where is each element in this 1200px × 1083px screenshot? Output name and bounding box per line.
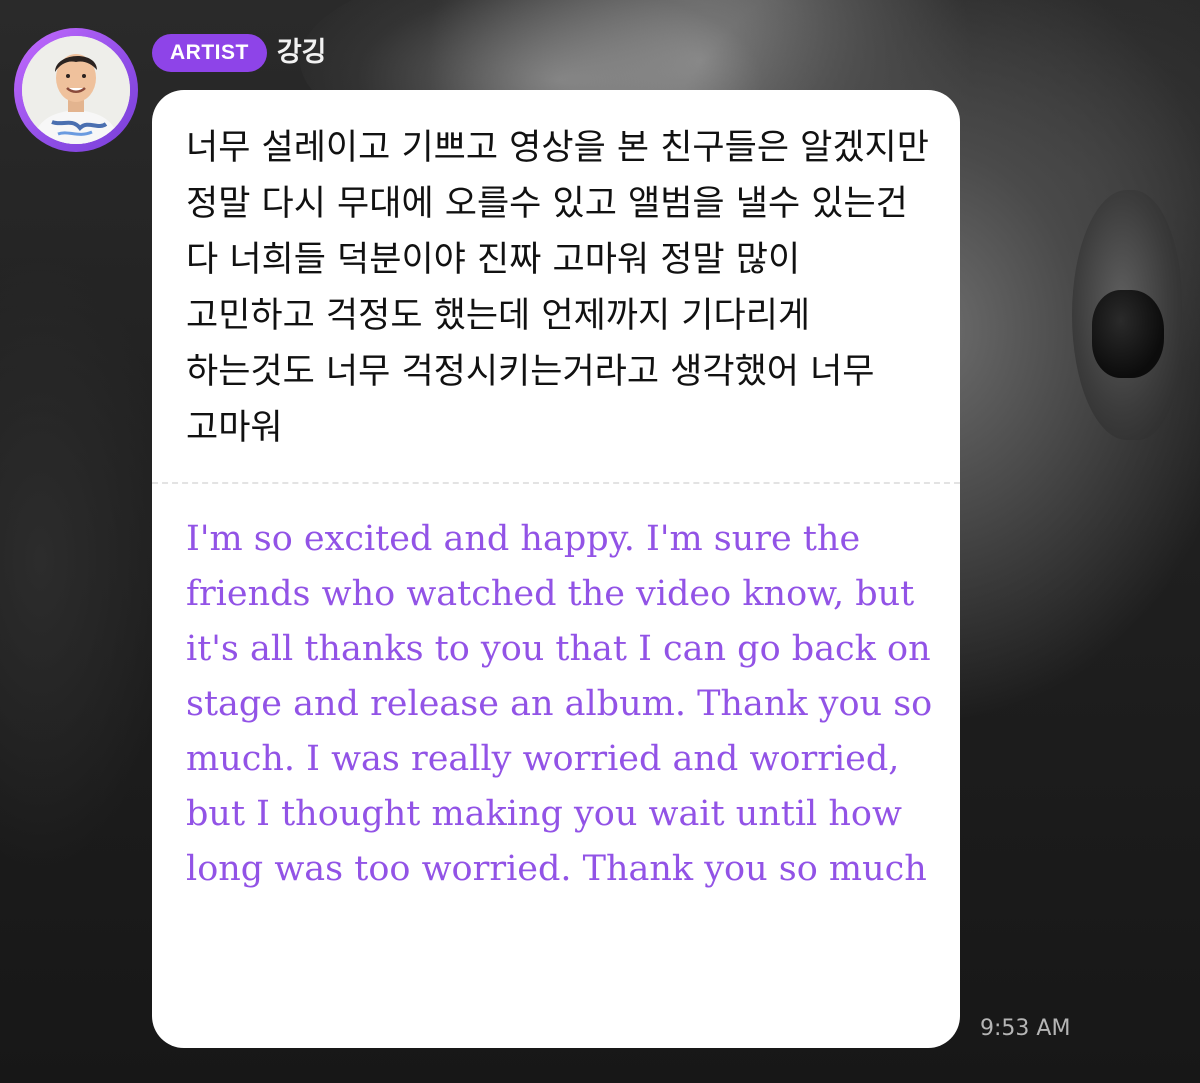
message-timestamp: 9:53 AM xyxy=(980,1016,1071,1041)
message-header: ARTIST 강깅 xyxy=(152,32,327,74)
artist-badge: ARTIST xyxy=(152,34,267,72)
avatar-photo xyxy=(22,36,130,144)
message-bubble[interactable]: 너무 설레이고 기쁘고 영상을 본 친구들은 알겠지만 정말 다시 무대에 오를… xyxy=(152,90,960,1048)
translation-divider xyxy=(152,482,960,484)
artist-name[interactable]: 강깅 xyxy=(277,34,327,72)
background-earbud xyxy=(1092,290,1164,378)
artist-avatar[interactable] xyxy=(14,28,138,152)
original-message-text: 너무 설레이고 기쁘고 영상을 본 친구들은 알겠지만 정말 다시 무대에 오를… xyxy=(186,128,929,448)
translated-message-text: I'm so excited and happy. I'm sure the f… xyxy=(186,519,933,889)
